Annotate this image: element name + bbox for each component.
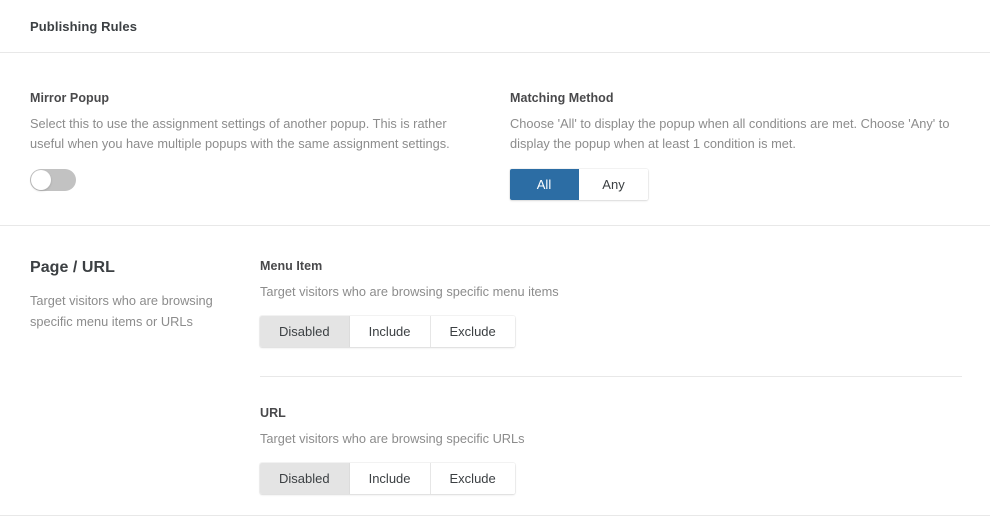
- mirror-popup-description: Select this to use the assignment settin…: [30, 116, 450, 151]
- panel-header: Publishing Rules: [0, 0, 990, 53]
- matching-method-label: Matching Method: [510, 91, 614, 105]
- url-field: URL Target visitors who are browsing spe…: [260, 405, 962, 494]
- matching-method-field: Matching Method Choose 'All' to display …: [510, 90, 960, 200]
- menu-item-label: Menu Item: [260, 259, 323, 273]
- mirror-popup-toggle-wrap: [30, 169, 480, 191]
- url-description: Target visitors who are browsing specifi…: [260, 431, 525, 446]
- matching-method-button-group: All Any: [510, 169, 648, 200]
- url-option-include[interactable]: Include: [349, 463, 431, 494]
- matching-method-option-all[interactable]: All: [510, 169, 579, 200]
- matching-method-option-any[interactable]: Any: [579, 169, 648, 200]
- toggle-switch-off-icon[interactable]: [30, 169, 76, 191]
- page-title: Publishing Rules: [30, 19, 138, 34]
- field-divider: [260, 376, 962, 377]
- matching-method-description: Choose 'All' to display the popup when a…: [510, 116, 950, 151]
- page-url-section-subtitle: Target visitors who are browsing specifi…: [30, 293, 213, 329]
- url-button-group: Disabled Include Exclude: [260, 463, 515, 494]
- menu-item-description: Target visitors who are browsing specifi…: [260, 284, 559, 299]
- page-url-section-title: Page / URL: [30, 259, 115, 276]
- page-url-section-aside: Page / URL Target visitors who are brows…: [30, 258, 235, 332]
- url-option-disabled[interactable]: Disabled: [260, 463, 350, 494]
- menu-item-field: Menu Item Target visitors who are browsi…: [260, 258, 962, 347]
- toggle-knob: [31, 170, 51, 190]
- page-url-section: Page / URL Target visitors who are brows…: [0, 226, 990, 516]
- mirror-popup-label: Mirror Popup: [30, 91, 110, 105]
- page-url-section-main: Menu Item Target visitors who are browsi…: [260, 258, 962, 494]
- publishing-rules-panel: Publishing Rules Mirror Popup Select thi…: [0, 0, 990, 521]
- menu-item-option-exclude[interactable]: Exclude: [430, 316, 515, 347]
- menu-item-option-disabled[interactable]: Disabled: [260, 316, 350, 347]
- menu-item-button-group: Disabled Include Exclude: [260, 316, 515, 347]
- general-settings-block: Mirror Popup Select this to use the assi…: [0, 53, 990, 226]
- menu-item-option-include[interactable]: Include: [349, 316, 431, 347]
- url-option-exclude[interactable]: Exclude: [430, 463, 515, 494]
- mirror-popup-field: Mirror Popup Select this to use the assi…: [30, 90, 480, 191]
- url-label: URL: [260, 406, 286, 420]
